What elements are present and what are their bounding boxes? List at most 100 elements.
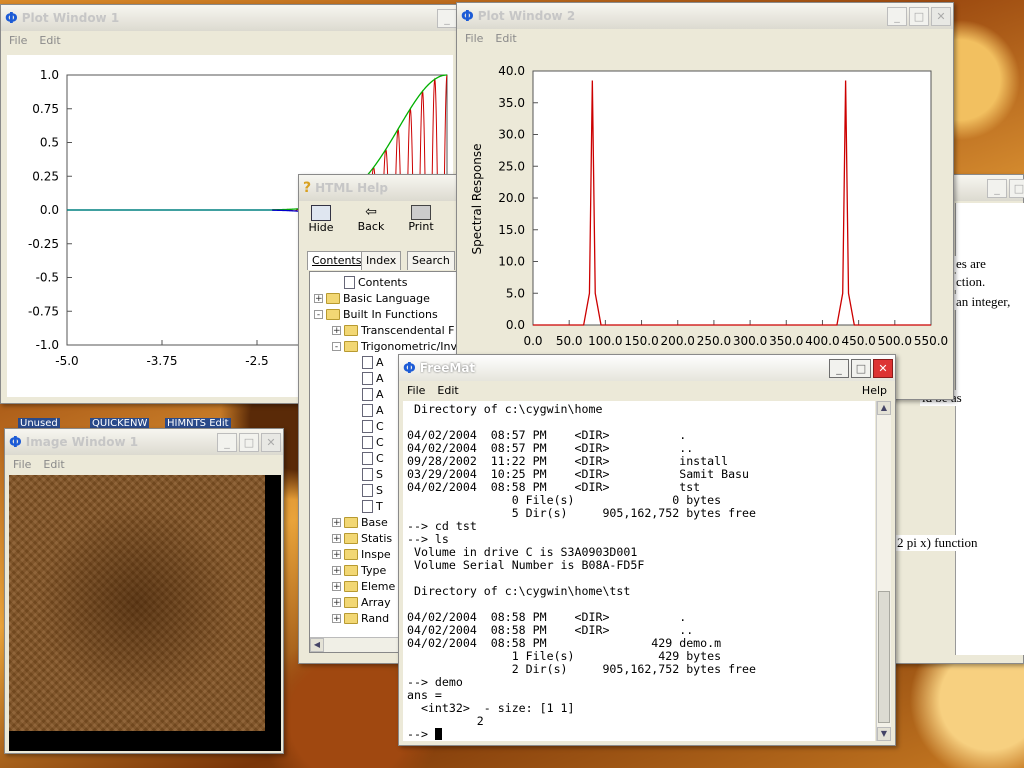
x-tick-label: 500.0	[878, 334, 912, 348]
expand-icon[interactable]: +	[332, 581, 341, 591]
image-window-1: Φ Image Window 1 _ □ ✕ File Edit	[4, 428, 284, 754]
tree-item-label: Contents	[358, 275, 408, 289]
expand-icon[interactable]: +	[332, 533, 341, 543]
y-tick-label: 0.75	[32, 102, 59, 116]
tree-item[interactable]: A	[350, 354, 384, 370]
tree-item[interactable]: S	[350, 466, 383, 482]
tree-item[interactable]: T	[350, 498, 383, 514]
x-tick-label: 550.0	[914, 334, 948, 348]
title-bar[interactable]: Φ Plot Window 2 _ □ ✕	[457, 3, 953, 29]
tree-item[interactable]: + Array	[332, 594, 391, 610]
folder-icon	[344, 340, 358, 352]
menu-file[interactable]: File	[9, 34, 27, 47]
y-tick-label: 5.0	[506, 286, 525, 300]
tree-item[interactable]: S	[350, 482, 383, 498]
scroll-thumb[interactable]	[878, 591, 890, 723]
y-tick-label: 0.0	[506, 318, 525, 332]
x-tick-label: 150.0	[624, 334, 658, 348]
y-tick-label: 0.5	[40, 136, 59, 150]
tree-item[interactable]: + Statis	[332, 530, 392, 546]
menu-edit[interactable]: Edit	[39, 34, 60, 47]
y-tick-label: 30.0	[498, 128, 525, 142]
print-button[interactable]: Print	[403, 205, 439, 245]
menu-help[interactable]: Help	[862, 384, 887, 397]
close-button[interactable]: ✕	[873, 358, 893, 378]
minimize-button[interactable]: _	[217, 432, 237, 452]
scroll-left-arrow[interactable]: ◀	[310, 638, 324, 652]
tree-item[interactable]: A	[350, 370, 384, 386]
folder-icon	[326, 308, 340, 320]
tab-search[interactable]: Search	[407, 251, 455, 270]
x-tick-label: 450.0	[841, 334, 875, 348]
minimize-button[interactable]: _	[437, 8, 457, 28]
freemat-phi-icon: Φ	[9, 433, 22, 451]
tree-item[interactable]: A	[350, 402, 384, 418]
title-bar[interactable]: Φ Plot Window 1 _	[1, 5, 459, 31]
menu-edit[interactable]: Edit	[43, 458, 64, 471]
tree-item[interactable]: A	[350, 386, 384, 402]
tree-item[interactable]: C	[350, 434, 384, 450]
maximize-button[interactable]: □	[239, 432, 259, 452]
tree-item[interactable]: C	[350, 450, 384, 466]
tree-item[interactable]: + Base	[332, 514, 388, 530]
menu-file[interactable]: File	[13, 458, 31, 471]
hide-label: Hide	[308, 221, 334, 234]
minimize-button[interactable]: _	[987, 179, 1007, 198]
expand-icon[interactable]: +	[332, 565, 341, 575]
tree-item[interactable]: C	[350, 418, 384, 434]
x-tick-label: 250.0	[697, 334, 731, 348]
tree-item-label: Inspe	[361, 547, 391, 561]
hide-button[interactable]: Hide	[303, 205, 339, 245]
expand-icon[interactable]: +	[314, 293, 323, 303]
title-bar[interactable]: Φ FreeMat _ □ ✕	[399, 355, 895, 381]
y-tick-label: 10.0	[498, 255, 525, 269]
tree-item[interactable]: + Rand	[332, 610, 389, 626]
console-scrollbar[interactable]: ▲ ▼	[876, 401, 891, 741]
window-title: Plot Window 2	[477, 9, 576, 23]
tree-item[interactable]: + Transcendental F	[332, 322, 455, 338]
tree-item[interactable]: + Inspe	[332, 546, 391, 562]
collapse-icon[interactable]: -	[314, 309, 323, 319]
minimize-button[interactable]: _	[829, 358, 849, 378]
close-button[interactable]: ✕	[931, 6, 951, 26]
tree-item[interactable]: + Eleme	[332, 578, 395, 594]
maximize-button[interactable]: □	[1009, 179, 1024, 198]
maximize-button[interactable]: □	[909, 6, 929, 26]
expand-icon[interactable]: +	[332, 597, 341, 607]
tree-item[interactable]: - Trigonometric/Inv	[332, 338, 457, 354]
tree-item-label: Built In Functions	[343, 307, 438, 321]
tree-item[interactable]: Contents	[332, 274, 407, 290]
x-tick-label: 300.0	[733, 334, 767, 348]
tree-item[interactable]: + Type	[332, 562, 386, 578]
folder-icon	[344, 612, 358, 624]
tree-item-label: A	[376, 371, 384, 385]
expand-icon[interactable]: +	[332, 325, 341, 335]
menu-file[interactable]: File	[465, 32, 483, 45]
scroll-down-arrow[interactable]: ▼	[877, 727, 891, 741]
menu-bar: File Edit	[1, 31, 459, 49]
x-tick-label: 350.0	[769, 334, 803, 348]
tree-item[interactable]: + Basic Language	[314, 290, 430, 306]
page-icon	[362, 419, 373, 433]
title-bar[interactable]: Φ Image Window 1 _ □ ✕	[5, 429, 283, 455]
expand-icon[interactable]: +	[332, 549, 341, 559]
menu-file[interactable]: File	[407, 384, 425, 397]
expand-icon[interactable]: +	[332, 517, 341, 527]
tree-item[interactable]: - Built In Functions	[314, 306, 438, 322]
minimize-button[interactable]: _	[887, 6, 907, 26]
help-text-fragment: 2 pi x) function	[895, 535, 980, 551]
back-button[interactable]: ⇦ Back	[353, 205, 389, 245]
expand-icon[interactable]: +	[332, 613, 341, 623]
maximize-button[interactable]: □	[851, 358, 871, 378]
collapse-icon[interactable]: -	[332, 341, 341, 351]
menu-edit[interactable]: Edit	[495, 32, 516, 45]
freemat-window: Φ FreeMat _ □ ✕ File Edit Help Directory…	[398, 354, 896, 746]
tab-index[interactable]: Index	[361, 251, 402, 270]
console-output[interactable]: Directory of c:\cygwin\home 04/02/2004 0…	[403, 401, 875, 741]
menu-edit[interactable]: Edit	[437, 384, 458, 397]
close-button[interactable]: ✕	[261, 432, 281, 452]
scroll-up-arrow[interactable]: ▲	[877, 401, 891, 415]
tab-contents[interactable]: Contents	[307, 251, 367, 270]
tree-item-label: Basic Language	[343, 291, 430, 305]
tree-item-label: Array	[361, 595, 391, 609]
